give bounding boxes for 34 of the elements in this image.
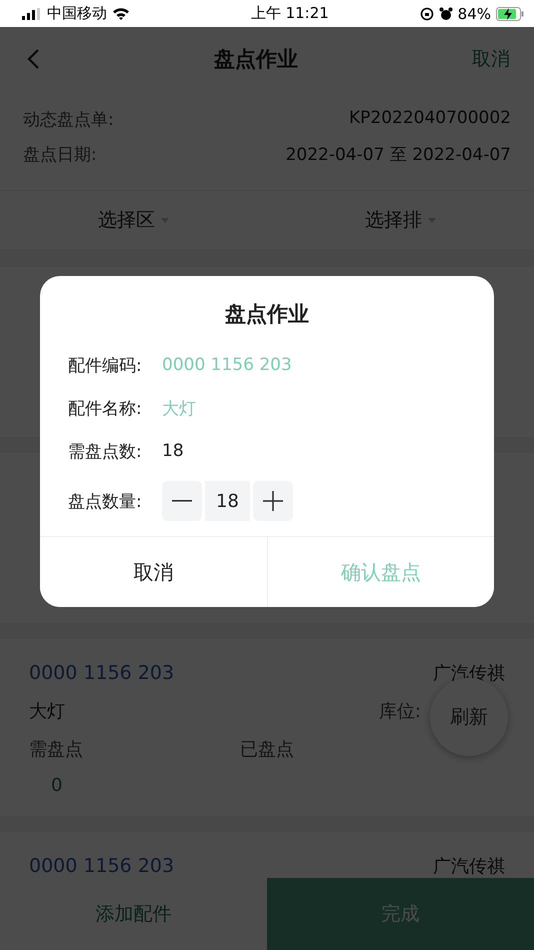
signal-icon [22,8,42,20]
column-label: 需盘点 [29,738,83,761]
info-value: 2022-04-07 至 2022-04-07 [286,144,511,166]
carrier-name: 中国移动 [47,4,107,23]
part-name: 大灯 [29,700,65,723]
part-code: 0000 1156 203 [29,662,174,684]
confirm-button[interactable]: 确认盘点 [266,537,494,607]
field-value: 18 [162,441,184,461]
field-label: 配件名称: [68,398,143,420]
plus-icon [263,491,283,511]
info-label: 盘点日期: [23,144,97,166]
battery-percent: 84% [458,4,491,22]
minus-icon [172,500,192,502]
field-label: 盘点数量: [68,490,143,512]
field-label: 配件编码: [68,354,143,376]
clock-time: 上午 11:21 [250,4,329,23]
page-title: 盘点作业 [214,46,298,72]
plus-button[interactable] [253,481,293,521]
dialog-title: 盘点作业 [225,301,309,328]
info-value: KP2022040700002 [348,108,511,130]
column-label: 已盘点 [240,738,294,761]
field-label: 需盘点数: [68,440,143,462]
part-code: 0000 1156 203 [29,855,174,877]
minus-button[interactable] [162,481,202,521]
cancel-link[interactable]: 取消 [472,46,510,72]
field-value: 大灯 [162,398,196,420]
location-label: 库位: [378,700,421,723]
field-value: 0000 1156 203 [162,355,292,375]
count-value: 0 [50,775,64,796]
battery-charging-icon [496,6,524,20]
wifi-icon [112,7,130,20]
info-label: 动态盘点单: [23,109,114,131]
brand-name: 广汽传祺 [433,855,505,878]
quantity-field[interactable]: 18 [205,481,250,521]
